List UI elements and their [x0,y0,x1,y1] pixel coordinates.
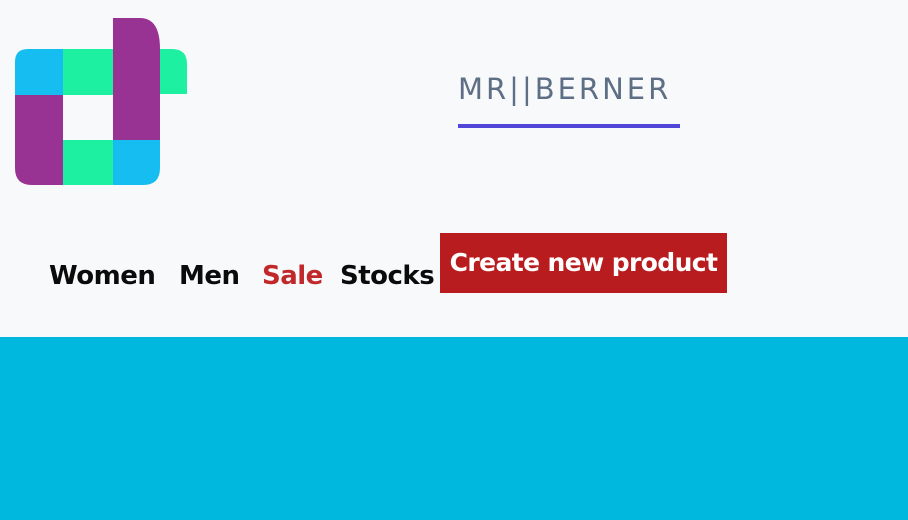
site-header: MR||BERNER Women Men Sale Stocks Create … [0,0,908,337]
app-logo-icon[interactable] [15,18,187,185]
brand-name: MR||BERNER [458,72,672,106]
main-content-area [0,337,908,520]
create-new-product-button[interactable]: Create new product [440,233,727,293]
page: MR||BERNER Women Men Sale Stocks Create … [0,0,908,520]
nav-link-stocks[interactable]: Stocks [340,261,435,291]
nav-link-women[interactable]: Women [49,261,156,291]
nav-link-men[interactable]: Men [179,261,240,291]
brand-underline [458,124,680,128]
nav-link-sale[interactable]: Sale [262,261,323,291]
